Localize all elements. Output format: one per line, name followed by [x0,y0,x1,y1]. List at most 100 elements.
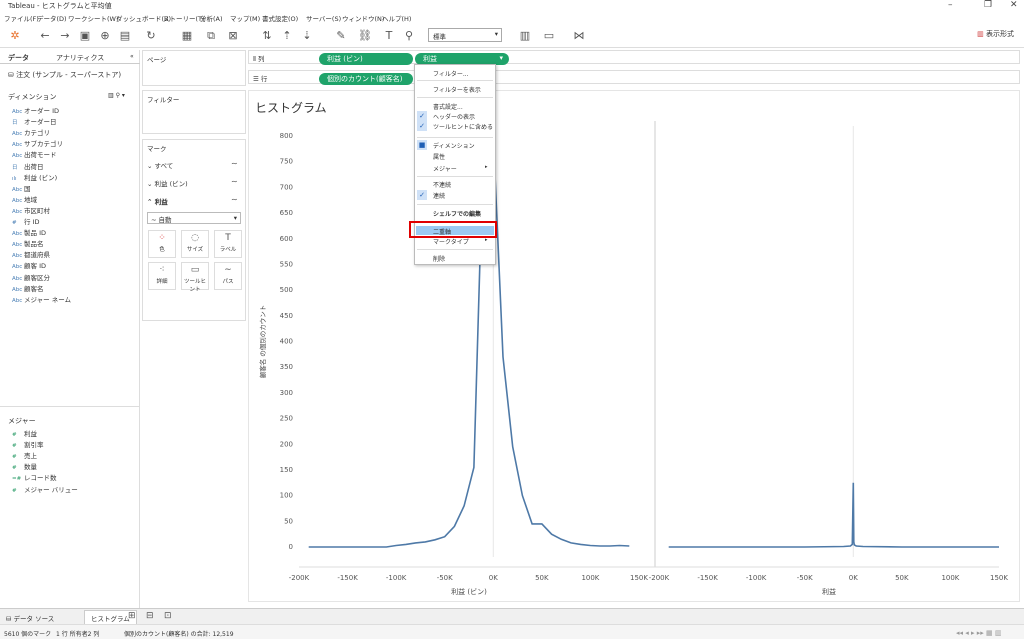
marks-all-row[interactable]: ⌄ すべて [147,160,173,170]
tab-data[interactable]: データ [8,53,29,63]
new-dashboard-icon[interactable]: ⊟ [146,611,154,621]
row-pill-count-customers[interactable]: 個別のカウント(顧客名) [319,73,413,85]
dimension-field[interactable]: Abc 都道府県 [12,249,50,259]
sort-asc-icon[interactable]: ⇡ [280,29,294,43]
dimension-field[interactable]: Abc 製品名 [12,238,44,248]
context-menu-item[interactable]: 連続 [433,191,445,200]
dimension-field[interactable]: Abc 製品 ID [12,227,46,237]
mark-type-select[interactable]: ∼ 自動 ▾ [147,212,241,224]
dimension-field[interactable]: Abc メジャー ネーム [12,294,71,304]
context-menu-item[interactable]: 削除 [433,254,445,263]
context-menu-item[interactable]: フィルターを表示 [433,85,481,94]
context-menu-item[interactable]: ヘッダーの表示 [433,112,475,121]
minimize-icon[interactable]: – [948,0,953,10]
duplicate-icon[interactable]: ⧉ [204,29,218,43]
save-icon[interactable]: ▣ [78,29,92,43]
menu-story[interactable]: ストーリー(T) [163,13,205,23]
col-pill-profit-bin[interactable]: 利益 (ビン) [319,53,413,65]
show-cards-icon[interactable]: ▥ [518,29,532,43]
context-menu-item[interactable]: 不連続 [433,180,451,189]
group-icon[interactable]: ⛓ [358,29,372,43]
undo-icon[interactable]: ← [38,29,52,43]
nav-arrows[interactable]: ◂◂ ◂ ▸ ▸▸ ▦ ▥ [956,629,1001,637]
menu-map[interactable]: マップ(M) [230,13,260,23]
dimension-field[interactable]: Abc サブカテゴリ [12,138,63,148]
sort-desc-icon[interactable]: ⇣ [300,29,314,43]
measure-field[interactable]: # 数量 [12,461,37,471]
clear-sheet-icon[interactable]: ⊠ [226,29,240,43]
swap-icon[interactable]: ⇅ [260,29,274,43]
context-menu-item[interactable]: 属性 [433,152,445,161]
tab-datasource[interactable]: ⛁ データ ソース [6,613,54,623]
marks-bin-row[interactable]: ⌄ 利益 (ビン) [147,178,188,188]
context-menu-item[interactable]: マークタイプ [433,237,469,246]
mark-color-button[interactable]: ⁘ 色 [148,230,176,258]
show-me-button[interactable]: ▥ 表示形式 [977,29,1014,39]
dimension-field[interactable]: Abc 出荷モード [12,149,57,159]
menu-file[interactable]: ファイル(F) [4,13,39,23]
menu-server[interactable]: サーバー(S) [306,13,341,23]
view-toggle-icon[interactable]: ▥ ⚲ ▾ [108,92,125,99]
columns-shelf[interactable]: ⦀ 列 利益 (ビン) 利益 ▾ [248,50,1020,65]
mark-detail-button[interactable]: ⁖ 詳細 [148,262,176,290]
highlight-icon[interactable]: ✎ [334,29,348,43]
mark-tooltip-button[interactable]: ▭ ツールヒント [181,262,209,293]
mark-label-button[interactable]: T ラベル [214,230,242,258]
pages-card[interactable]: ページ [142,50,246,86]
tab-analytics[interactable]: アナリティクス [56,53,104,63]
new-datasource-icon[interactable]: ⊕ [98,29,112,43]
tableau-logo-icon[interactable]: ✲ [8,29,22,43]
dimension-field[interactable]: Abc 顧客 ID [12,260,46,270]
pause-updates-icon[interactable]: ▤ [118,29,132,43]
menu-worksheet[interactable]: ワークシート(W) [68,13,119,23]
context-menu-item[interactable]: フィルター... [433,69,469,78]
dimension-field[interactable]: Abc 国 [12,183,31,193]
dimension-field[interactable]: ılı 利益 (ビン) [12,172,57,182]
rows-shelf[interactable]: ☰ 行 個別のカウント(顧客名) [248,70,1020,85]
new-worksheet-icon[interactable]: ⊞ [128,611,136,621]
dimension-field[interactable]: 日出荷日 [12,161,44,171]
datasource-item[interactable]: ⛁ 注文 (サンプル - スーパーストア) [8,70,121,80]
context-menu-item[interactable]: シェルフでの編集 [433,209,481,218]
dimension-field[interactable]: Abc 顧客名 [12,283,44,293]
restore-icon[interactable]: ❐ [984,0,992,10]
fit-select[interactable]: 標準 ▾ [428,28,502,42]
context-menu-item[interactable]: 書式設定... [433,102,463,111]
measure-field[interactable]: # メジャー バリュー [12,484,78,494]
presentation-icon[interactable]: ▭ [542,29,556,43]
menu-format[interactable]: 書式設定(O) [262,13,298,23]
redo-icon[interactable]: → [58,29,72,43]
collapse-icon[interactable]: « [130,53,134,60]
histogram-chart[interactable]: 0 50 100 150 200 250 300 350 400 450 500 550 600 650 7… [249,91,1021,603]
x-tick-label: -100K [386,574,407,582]
context-menu-item[interactable]: ツールヒントに含める [433,122,493,131]
dimension-field[interactable]: Abc カテゴリ [12,127,50,137]
measure-field[interactable]: # 売上 [12,450,37,460]
dimension-field[interactable]: 日オーダー日 [12,116,57,126]
filters-card[interactable]: フィルター [142,90,246,134]
share-icon[interactable]: ⋈ [572,29,586,43]
measure-field[interactable]: # 利益 [12,428,37,438]
menu-window[interactable]: ウィンドウ(N) [342,13,384,23]
dimension-field[interactable]: Abc 顧客区分 [12,272,50,282]
mark-size-button[interactable]: ◌ サイズ [181,230,209,258]
measure-field[interactable]: =# レコード数 [12,472,57,482]
measure-field[interactable]: # 割引率 [12,439,44,449]
refresh-icon[interactable]: ↻ [144,29,158,43]
context-menu-item[interactable]: ディメンション [433,141,475,150]
menu-data[interactable]: データ(D) [37,13,67,23]
close-icon[interactable]: ✕ [1010,0,1018,10]
dimension-field[interactable]: Abc 地域 [12,194,37,204]
menu-help[interactable]: ヘルプ(H) [382,13,411,23]
mark-path-button[interactable]: ∼ パス [214,262,242,290]
pin-icon[interactable]: ⚲ [402,29,416,43]
new-story-icon[interactable]: ⊡ [164,611,172,621]
menu-analysis[interactable]: 分析(A) [200,13,223,23]
new-worksheet-icon[interactable]: ▦ [180,29,194,43]
dimension-field[interactable]: # 行 ID [12,216,40,226]
dimension-field[interactable]: Abc 市区町村 [12,205,50,215]
marks-profit-row[interactable]: ⌃ 利益 [147,196,168,206]
label-icon[interactable]: T [382,29,396,43]
dimension-field[interactable]: Abc オーダー ID [12,105,59,115]
context-menu-item[interactable]: メジャー [433,164,457,173]
